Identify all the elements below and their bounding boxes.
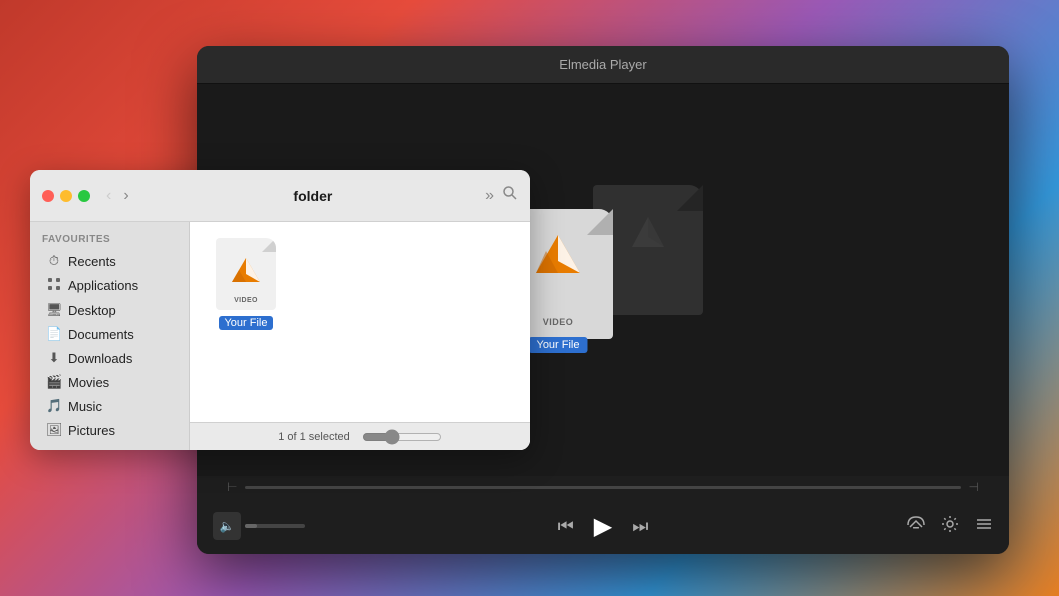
volume-fill: [245, 524, 257, 528]
prev-button[interactable]: ⏮: [558, 516, 574, 537]
applications-grid-icon: [47, 277, 61, 291]
sidebar-item-downloads[interactable]: ⬇ Downloads: [34, 346, 185, 370]
elmedia-controls-bar: 🔈 ⏮ ▶ ⏭: [197, 498, 1009, 554]
media-file-name-badge: Your File: [528, 337, 587, 353]
settings-gear-icon: [941, 515, 959, 533]
sidebar-item-music[interactable]: 🎵 Music: [34, 394, 185, 418]
elmedia-title: Elmedia Player: [559, 57, 646, 72]
search-button[interactable]: [502, 185, 518, 206]
progress-area: ⊢ ⊣: [197, 476, 1009, 498]
sidebar-recents-label: Recents: [68, 254, 116, 269]
front-logo-icon: [532, 227, 584, 279]
finder-files: VIDEO Your File: [190, 222, 530, 422]
playlist-icon: [975, 515, 993, 533]
finder-folder-title: folder: [141, 188, 485, 204]
progress-track[interactable]: [245, 486, 960, 489]
applications-icon: [46, 277, 62, 294]
forward-button[interactable]: ›: [119, 186, 132, 206]
file-icon: VIDEO: [216, 238, 276, 310]
finder-statusbar: 1 of 1 selected: [190, 422, 530, 450]
sidebar-music-label: Music: [68, 399, 102, 414]
volume-button[interactable]: 🔈: [213, 512, 241, 540]
search-icon: [502, 185, 518, 201]
volume-icon: 🔈: [220, 519, 235, 533]
finder-main: VIDEO Your File 1 of 1 selected: [190, 222, 530, 450]
sidebar-applications-label: Applications: [68, 278, 138, 293]
airplay-icon: [907, 515, 925, 533]
elmedia-titlebar: Elmedia Player: [197, 46, 1009, 84]
sidebar-documents-label: Documents: [68, 327, 134, 342]
finder-sidebar: Favourites ⏱ Recents Applications 🖥: [30, 222, 190, 450]
airplay-button[interactable]: [907, 515, 925, 538]
sidebar-item-recents[interactable]: ⏱ Recents: [34, 249, 185, 273]
traffic-lights: [42, 190, 90, 202]
sidebar-item-pictures[interactable]: 🖼 Pictures: [34, 418, 185, 442]
pictures-icon: 🖼: [46, 422, 62, 438]
shadow-logo-icon: [624, 207, 672, 255]
minimize-button[interactable]: [60, 190, 72, 202]
sidebar-item-applications[interactable]: Applications: [34, 273, 185, 298]
downloads-icon: ⬇: [46, 350, 62, 366]
finder-toolbar-right: »: [485, 185, 518, 206]
playlist-button[interactable]: [975, 515, 993, 538]
file-sublabel: VIDEO: [234, 297, 258, 304]
settings-button[interactable]: [941, 515, 959, 538]
front-doc-sublabel: VIDEO: [543, 317, 574, 327]
zoom-slider[interactable]: [362, 429, 442, 445]
finder-body: Favourites ⏱ Recents Applications 🖥: [30, 222, 530, 450]
sidebar-item-movies[interactable]: 🎬 Movies: [34, 370, 185, 394]
sidebar-downloads-label: Downloads: [68, 351, 132, 366]
back-button[interactable]: ‹: [102, 186, 115, 206]
next-button[interactable]: ⏭: [632, 516, 648, 537]
finder-titlebar: ‹ › folder »: [30, 170, 530, 222]
volume-area: 🔈: [213, 512, 305, 540]
right-controls: [907, 515, 993, 538]
sidebar-desktop-label: Desktop: [68, 303, 116, 318]
finder-window: ‹ › folder » Favourites ⏱ Recents: [30, 170, 530, 450]
file-logo-icon: [229, 252, 263, 286]
finder-nav: ‹ ›: [102, 186, 133, 206]
status-text: 1 of 1 selected: [278, 431, 350, 443]
sidebar-pictures-label: Pictures: [68, 423, 115, 438]
front-fold: [587, 209, 613, 235]
file-item[interactable]: VIDEO Your File: [206, 238, 286, 330]
recents-icon: ⏱: [46, 253, 62, 269]
sidebar-item-desktop[interactable]: 🖥 Desktop: [34, 298, 185, 322]
volume-bar[interactable]: [245, 524, 305, 528]
expand-right-icon: ⊣: [969, 480, 979, 494]
maximize-button[interactable]: [78, 190, 90, 202]
desktop-icon: 🖥: [46, 302, 62, 318]
file-name-badge: Your File: [219, 316, 272, 330]
file-icon-fold: [262, 238, 276, 252]
favourites-label: Favourites: [30, 230, 189, 249]
transport-controls: ⏮ ▶ ⏭: [558, 512, 649, 541]
close-button[interactable]: [42, 190, 54, 202]
music-icon: 🎵: [46, 398, 62, 414]
more-button[interactable]: »: [485, 187, 494, 205]
media-file-display: VIDEO Your File: [503, 185, 703, 375]
sidebar-movies-label: Movies: [68, 375, 109, 390]
play-button[interactable]: ▶: [594, 512, 612, 541]
sidebar-item-documents[interactable]: 📄 Documents: [34, 322, 185, 346]
documents-icon: 📄: [46, 326, 62, 342]
expand-left-icon: ⊢: [227, 480, 237, 494]
shadow-fold: [677, 185, 703, 211]
movies-icon: 🎬: [46, 374, 62, 390]
